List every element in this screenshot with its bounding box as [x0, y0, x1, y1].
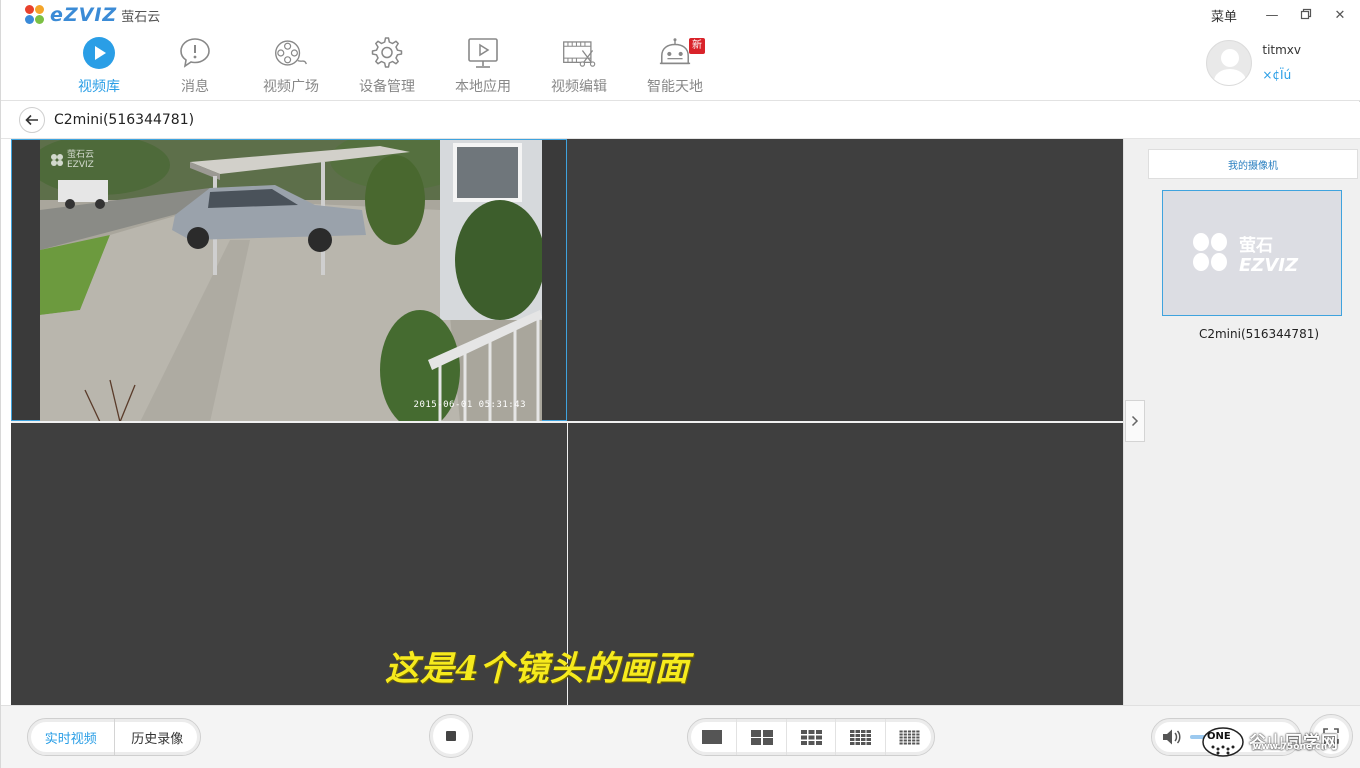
layout-selector	[687, 718, 935, 756]
minimize-icon[interactable]: —	[1265, 8, 1279, 23]
user-info: titmxv ×¢Ïú	[1262, 40, 1301, 82]
stop-icon	[446, 731, 456, 741]
site-logo-icon: ONE	[1202, 727, 1244, 757]
layout-3x3-button[interactable]	[787, 719, 837, 755]
nav-item-video-library[interactable]: 视频库	[51, 36, 147, 96]
nav-item-messages[interactable]: 消息	[147, 36, 243, 96]
layout-twentyfive-icon	[899, 729, 921, 745]
layout-nine-icon	[800, 729, 822, 745]
nav-item-video-square[interactable]: 视频广场	[243, 36, 339, 96]
app-window: eZVIZ 萤石云 菜单 — ✕ 视频库 消息 视频广场 设备管理 本地应用 视…	[0, 0, 1360, 768]
window-controls: 菜单 — ✕	[1211, 6, 1347, 25]
restore-icon[interactable]	[1299, 8, 1313, 24]
speaker-icon[interactable]	[1162, 728, 1182, 746]
video-timestamp: 2015-06-01 05:31:43	[413, 400, 526, 410]
history-playback-tab[interactable]: 历史录像	[115, 719, 201, 755]
nav-item-video-edit[interactable]: 视频编辑	[531, 36, 627, 96]
user-panel: titmxv ×¢Ïú	[1206, 40, 1301, 86]
watermark-cn: 萤石云	[67, 150, 95, 160]
logo-cn-text: 萤石云	[121, 9, 161, 25]
ezviz-logo-icon	[25, 5, 47, 25]
close-icon[interactable]: ✕	[1333, 8, 1347, 23]
nav-label: 设备管理	[359, 79, 415, 95]
message-icon	[178, 36, 212, 70]
layout-2x2-button[interactable]	[737, 719, 787, 755]
ezviz-logo-icon: 萤石 EZVIZ	[1193, 233, 1299, 276]
robot-icon	[658, 36, 692, 70]
layout-quad-icon	[750, 729, 773, 745]
film-reel-icon	[274, 36, 308, 70]
site-watermark-url: www.75one.cn	[1253, 742, 1328, 752]
svg-text:萤石: 萤石	[1239, 236, 1273, 256]
my-cameras-header[interactable]: 我的摄像机	[1148, 149, 1358, 179]
nav-item-device-management[interactable]: 设备管理	[339, 36, 435, 96]
site-watermark: ONE 谷山同学网 www.75one.cn	[1201, 720, 1339, 760]
nav-label: 消息	[181, 79, 209, 95]
chevron-right-icon	[1131, 415, 1139, 427]
layout-4x4-button[interactable]	[836, 719, 886, 755]
bottom-toolbar: 实时视频 历史录像 ONE 谷山同学网 www.75one.cn	[1, 705, 1360, 768]
username: titmxv	[1262, 43, 1301, 57]
app-logo: eZVIZ 萤石云	[25, 4, 160, 26]
svg-text:ONE: ONE	[1207, 731, 1231, 742]
camera-thumbnail[interactable]: 萤石 EZVIZ	[1162, 190, 1342, 316]
stop-button[interactable]	[429, 714, 473, 758]
header: eZVIZ 萤石云 菜单 — ✕ 视频库 消息 视频广场 设备管理 本地应用 视…	[1, 0, 1360, 101]
sidebar-toggle-button[interactable]	[1125, 400, 1145, 442]
nav-item-local-apps[interactable]: 本地应用	[435, 36, 531, 96]
main-nav: 视频库 消息 视频广场 设备管理 本地应用 视频编辑 新 智能天地	[51, 36, 723, 96]
video-watermark: 萤石云 EZVIZ	[50, 150, 94, 170]
layout-1x1-button[interactable]	[688, 719, 738, 755]
film-scissors-icon	[562, 36, 596, 70]
layout-single-icon	[702, 730, 723, 744]
nav-item-smart-world[interactable]: 新 智能天地	[627, 36, 723, 96]
video-cell-1[interactable]: 萤石云 EZVIZ 2015-06-01 05:31:43	[11, 139, 567, 422]
svg-text:EZVIZ: EZVIZ	[1239, 255, 1299, 276]
camera-feed: 萤石云 EZVIZ 2015-06-01 05:31:43	[40, 140, 542, 422]
nav-label: 本地应用	[455, 79, 511, 95]
ezviz-watermark-icon	[51, 154, 63, 166]
monitor-play-icon	[466, 36, 500, 70]
logo-text: eZVIZ	[50, 4, 118, 26]
page-title: C2mini(516344781)	[54, 112, 195, 128]
nav-label: 视频编辑	[551, 79, 607, 95]
nav-label: 视频广场	[263, 79, 319, 95]
avatar[interactable]	[1206, 40, 1253, 86]
layout-5x5-button[interactable]	[886, 719, 934, 755]
video-caption: 这是4个镜头的画面	[385, 649, 690, 689]
back-button[interactable]	[19, 107, 45, 133]
nav-label: 智能天地	[647, 79, 703, 95]
new-badge: 新	[689, 38, 705, 54]
layout-sixteen-icon	[849, 729, 871, 745]
nav-label: 视频库	[78, 79, 120, 95]
play-circle-icon	[82, 36, 116, 70]
logout-link[interactable]: ×¢Ïú	[1262, 68, 1301, 82]
view-mode-toggle: 实时视频 历史录像	[27, 718, 201, 756]
camera-sidebar: 我的摄像机 萤石 EZVIZ C2mini(516344781)	[1123, 139, 1360, 705]
breadcrumb: C2mini(516344781)	[1, 102, 1360, 139]
arrow-left-icon	[25, 114, 38, 126]
live-video-tab[interactable]: 实时视频	[28, 719, 115, 755]
video-cell-2[interactable]	[568, 139, 1123, 421]
gear-icon	[370, 36, 404, 70]
menu-button[interactable]: 菜单	[1211, 6, 1237, 25]
video-grid: 萤石云 EZVIZ 2015-06-01 05:31:43	[11, 139, 1123, 705]
watermark-en: EZVIZ	[67, 160, 94, 170]
camera-name: C2mini(516344781)	[1198, 327, 1320, 341]
camera-scene-image	[40, 140, 542, 422]
